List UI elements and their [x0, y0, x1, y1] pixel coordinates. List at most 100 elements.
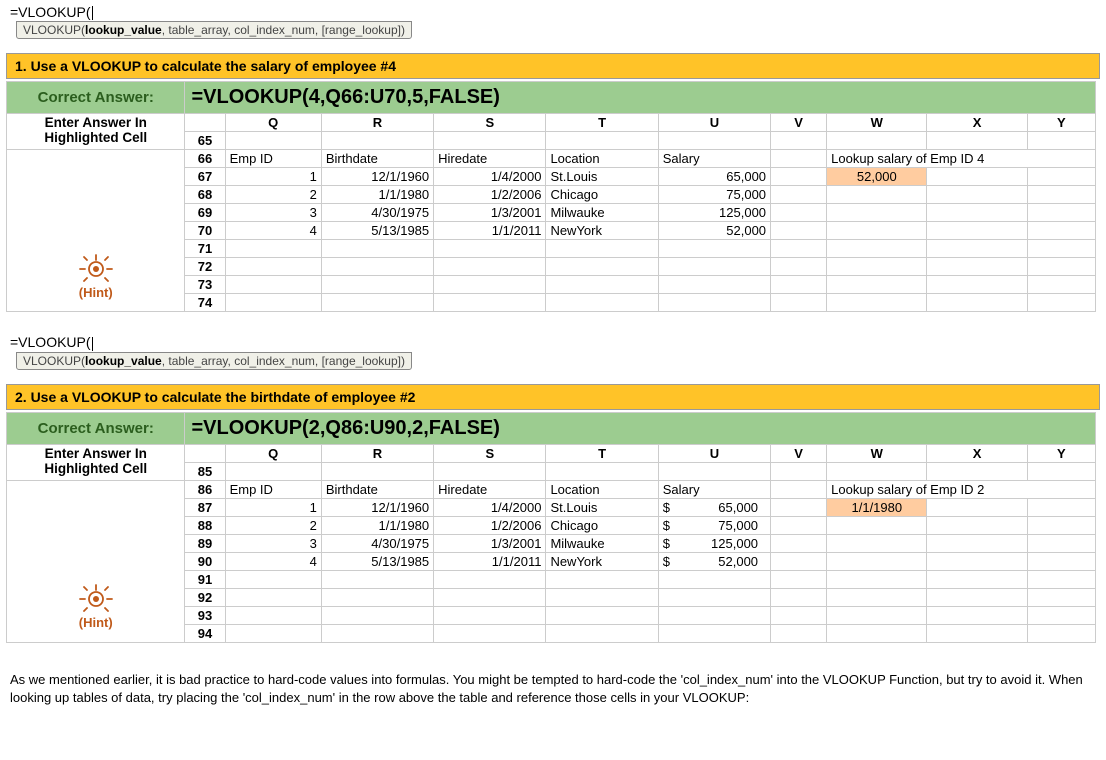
cell[interactable]: 2: [225, 516, 321, 534]
cell[interactable]: 4: [225, 222, 321, 240]
row-86: 86: [185, 480, 225, 498]
row-90: 90: [185, 552, 225, 570]
question-2-bar: 2. Use a VLOOKUP to calculate the birthd…: [6, 384, 1100, 410]
cell[interactable]: 1/4/2000: [434, 498, 546, 516]
cell[interactable]: 1: [225, 168, 321, 186]
hdr-hiredate: Hiredate: [434, 150, 546, 168]
cell[interactable]: 12/1/1960: [321, 168, 433, 186]
cell[interactable]: NewYork: [546, 222, 658, 240]
formula-tooltip-2: VLOOKUP(lookup_value, table_array, col_i…: [16, 352, 412, 370]
cell[interactable]: 1/2/2006: [434, 516, 546, 534]
cell[interactable]: 52,000: [658, 222, 770, 240]
col-R: R: [321, 114, 433, 132]
answer-cell-2[interactable]: 1/1/1980: [827, 498, 927, 516]
hdr-location: Location: [546, 480, 658, 498]
hdr-location: Location: [546, 150, 658, 168]
cell[interactable]: 3: [225, 534, 321, 552]
cell[interactable]: 1: [225, 498, 321, 516]
cell[interactable]: 125,000: [658, 204, 770, 222]
formula-tooltip-1: VLOOKUP(lookup_value, table_array, col_i…: [16, 21, 412, 39]
correct-answer-label: Correct Answer:: [7, 412, 185, 444]
cell[interactable]: 1/3/2001: [434, 534, 546, 552]
question-2-table: Correct Answer: =VLOOKUP(2,Q86:U90,2,FAL…: [6, 412, 1096, 643]
col-R: R: [321, 444, 433, 462]
cell[interactable]: 4: [225, 552, 321, 570]
cell[interactable]: 1/2/2006: [434, 186, 546, 204]
row-65: 65: [185, 132, 225, 150]
cell[interactable]: 5/13/1985: [321, 222, 433, 240]
row-70: 70: [185, 222, 225, 240]
row-69: 69: [185, 204, 225, 222]
col-W: W: [827, 114, 927, 132]
row-74: 74: [185, 294, 225, 312]
lookup-label-2: Lookup salary of Emp ID 2: [827, 480, 1096, 498]
cell[interactable]: 1/1/1980: [321, 186, 433, 204]
tooltip-arg-active: lookup_value: [85, 354, 162, 368]
tooltip-fn: VLOOKUP: [23, 354, 81, 368]
formula-typed: =VLOOKUP(: [10, 4, 91, 20]
cell[interactable]: NewYork: [546, 552, 658, 570]
row-73: 73: [185, 276, 225, 294]
lookup-label-1: Lookup salary of Emp ID 4: [827, 150, 1096, 168]
col-T: T: [546, 114, 658, 132]
cell[interactable]: St.Louis: [546, 498, 658, 516]
formula-bar-2[interactable]: =VLOOKUP(: [10, 334, 1106, 350]
question-1-table: Correct Answer: =VLOOKUP(4,Q66:U70,5,FAL…: [6, 81, 1096, 312]
answer-cell-1[interactable]: 52,000: [827, 168, 927, 186]
cell[interactable]: $75,000: [658, 516, 770, 534]
hint-label: (Hint): [79, 285, 113, 300]
cell[interactable]: Chicago: [546, 186, 658, 204]
hdr-salary: Salary: [658, 480, 770, 498]
correct-answer-label: Correct Answer:: [7, 82, 185, 114]
cell[interactable]: 5/13/1985: [321, 552, 433, 570]
row-66: 66: [185, 150, 225, 168]
hint-label: (Hint): [79, 615, 113, 630]
cell[interactable]: 2: [225, 186, 321, 204]
cell[interactable]: 12/1/1960: [321, 498, 433, 516]
row-67: 67: [185, 168, 225, 186]
text-cursor: [92, 6, 93, 20]
cell[interactable]: $125,000: [658, 534, 770, 552]
col-U: U: [658, 444, 770, 462]
cell[interactable]: 4/30/1975: [321, 204, 433, 222]
cell[interactable]: 1/1/2011: [434, 222, 546, 240]
cell[interactable]: 1/4/2000: [434, 168, 546, 186]
cell[interactable]: 3: [225, 204, 321, 222]
row-85: 85: [185, 462, 225, 480]
hdr-hiredate: Hiredate: [434, 480, 546, 498]
cell[interactable]: 1/1/1980: [321, 516, 433, 534]
cell[interactable]: Chicago: [546, 516, 658, 534]
cell[interactable]: $65,000: [658, 498, 770, 516]
cell[interactable]: 65,000: [658, 168, 770, 186]
row-68: 68: [185, 186, 225, 204]
row-93: 93: [185, 606, 225, 624]
cell[interactable]: 4/30/1975: [321, 534, 433, 552]
col-S: S: [434, 444, 546, 462]
col-W: W: [827, 444, 927, 462]
row-88: 88: [185, 516, 225, 534]
col-Q: Q: [225, 114, 321, 132]
formula-bar-1[interactable]: =VLOOKUP(: [10, 4, 1106, 20]
tooltip-arg-active: lookup_value: [85, 23, 162, 37]
cell[interactable]: $52,000: [658, 552, 770, 570]
cell[interactable]: 1/3/2001: [434, 204, 546, 222]
hdr-empid: Emp ID: [225, 480, 321, 498]
tooltip-args: , table_array, col_index_num, [range_loo…: [162, 23, 405, 37]
row-91: 91: [185, 570, 225, 588]
cell[interactable]: St.Louis: [546, 168, 658, 186]
col-Q: Q: [225, 444, 321, 462]
cell[interactable]: 75,000: [658, 186, 770, 204]
col-Y: Y: [1027, 114, 1095, 132]
hint-button-1[interactable]: (Hint): [7, 240, 185, 312]
col-Y: Y: [1027, 444, 1095, 462]
hint-button-2[interactable]: (Hint): [7, 570, 185, 642]
col-V: V: [771, 114, 827, 132]
cell[interactable]: Milwauke: [546, 204, 658, 222]
cell[interactable]: Milwauke: [546, 534, 658, 552]
row-72: 72: [185, 258, 225, 276]
text-cursor: [92, 337, 93, 351]
formula-typed: =VLOOKUP(: [10, 334, 91, 350]
cell[interactable]: 1/1/2011: [434, 552, 546, 570]
row-71: 71: [185, 240, 225, 258]
hdr-empid: Emp ID: [225, 150, 321, 168]
